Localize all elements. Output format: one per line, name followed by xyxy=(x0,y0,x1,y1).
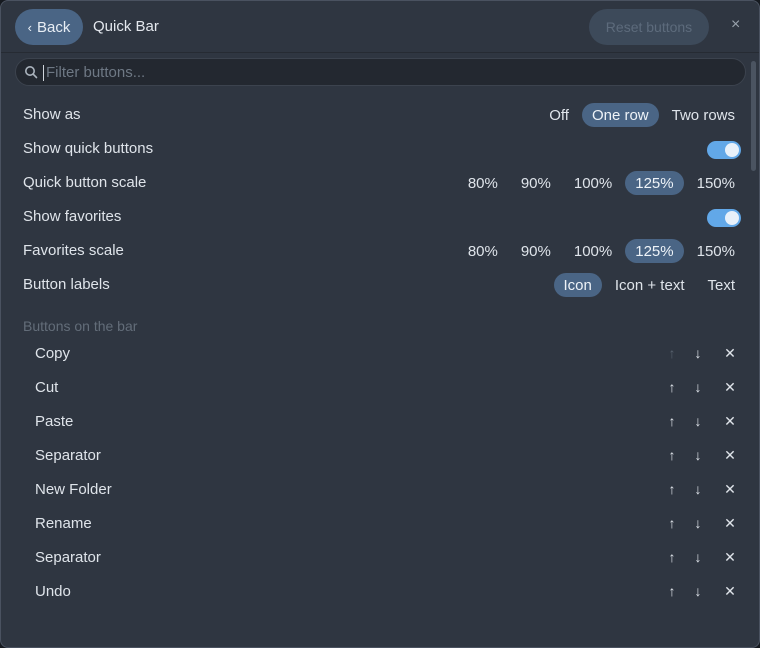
bar-button-row: New Folder ↑ ↓ ✕ xyxy=(1,473,749,507)
remove-icon[interactable]: ✕ xyxy=(723,379,737,396)
toggle-knob xyxy=(725,211,739,225)
bar-button-name: Separator xyxy=(35,549,101,566)
bar-button-row: Paste ↑ ↓ ✕ xyxy=(1,405,749,439)
setting-row-favorites-scale: Favorites scale 80% 90% 100% 125% 150% xyxy=(1,234,749,268)
setting-label: Show quick buttons xyxy=(23,140,154,157)
bar-button-name: Separator xyxy=(35,447,101,464)
bar-button-name: Copy xyxy=(35,345,71,362)
move-up-icon[interactable]: ↑ xyxy=(665,345,679,361)
option-100[interactable]: 100% xyxy=(564,239,622,263)
setting-row-show-favorites: Show favorites xyxy=(1,200,749,234)
toggle-knob xyxy=(725,143,739,157)
bar-button-row: Separator ↑ ↓ ✕ xyxy=(1,439,749,473)
move-down-icon[interactable]: ↓ xyxy=(691,413,705,429)
option-text[interactable]: Text xyxy=(697,273,745,297)
remove-icon[interactable]: ✕ xyxy=(723,549,737,566)
text-caret xyxy=(43,65,44,81)
move-up-icon[interactable]: ↑ xyxy=(665,583,679,599)
option-icon-text[interactable]: Icon + text xyxy=(605,273,695,297)
option-125[interactable]: 125% xyxy=(625,239,684,263)
bar-button-name: New Folder xyxy=(35,481,112,498)
move-down-icon[interactable]: ↓ xyxy=(691,379,705,395)
remove-icon[interactable]: ✕ xyxy=(723,447,737,464)
toggle-switch[interactable] xyxy=(707,141,741,159)
setting-label: Quick button scale xyxy=(23,174,147,191)
option-80[interactable]: 80% xyxy=(458,171,508,195)
move-down-icon[interactable]: ↓ xyxy=(691,481,705,497)
move-down-icon[interactable]: ↓ xyxy=(691,515,705,531)
move-up-icon[interactable]: ↑ xyxy=(665,515,679,531)
option-90[interactable]: 90% xyxy=(511,171,561,195)
bar-button-row: Undo ↑ ↓ ✕ xyxy=(1,575,749,609)
bar-button-name: Rename xyxy=(35,515,92,532)
header-bar: ‹ Back Quick Bar Reset buttons × xyxy=(1,1,759,53)
move-down-icon[interactable]: ↓ xyxy=(691,345,705,361)
quick-bar-settings-window: ‹ Back Quick Bar Reset buttons × Filter … xyxy=(0,0,760,648)
remove-icon[interactable]: ✕ xyxy=(723,583,737,600)
search-placeholder: Filter buttons... xyxy=(46,64,146,81)
back-button-label: Back xyxy=(36,18,71,36)
segmented-control: Off One row Two rows xyxy=(536,103,745,127)
move-up-icon[interactable]: ↑ xyxy=(665,481,679,497)
move-down-icon[interactable]: ↓ xyxy=(691,447,705,463)
segmented-control: 80% 90% 100% 125% 150% xyxy=(455,239,745,263)
toggle-switch[interactable] xyxy=(707,209,741,227)
bar-button-row: Rename ↑ ↓ ✕ xyxy=(1,507,749,541)
back-button[interactable]: ‹ Back xyxy=(15,9,83,45)
bar-button-row: Copy ↑ ↓ ✕ xyxy=(1,337,749,371)
segmented-control: 80% 90% 100% 125% 150% xyxy=(455,171,745,195)
move-down-icon[interactable]: ↓ xyxy=(691,583,705,599)
option-150[interactable]: 150% xyxy=(687,239,745,263)
setting-row-button-labels: Button labels Icon Icon + text Text xyxy=(1,268,749,302)
chevron-left-icon: ‹ xyxy=(27,19,32,35)
remove-icon[interactable]: ✕ xyxy=(723,345,737,362)
bar-button-name: Cut xyxy=(35,379,59,396)
move-down-icon[interactable]: ↓ xyxy=(691,549,705,565)
segmented-control: Icon Icon + text Text xyxy=(551,273,746,297)
option-90[interactable]: 90% xyxy=(511,239,561,263)
reset-buttons-button[interactable]: Reset buttons xyxy=(589,9,709,45)
setting-label: Show favorites xyxy=(23,208,122,225)
option-two-rows[interactable]: Two rows xyxy=(662,103,745,127)
setting-row-quick-button-scale: Quick button scale 80% 90% 100% 125% 150% xyxy=(1,166,749,200)
option-100[interactable]: 100% xyxy=(564,171,622,195)
scrollbar[interactable] xyxy=(751,61,756,171)
move-up-icon[interactable]: ↑ xyxy=(665,447,679,463)
close-icon[interactable]: × xyxy=(731,16,740,34)
option-one-row[interactable]: One row xyxy=(581,103,659,127)
setting-label: Button labels xyxy=(23,276,110,293)
option-125[interactable]: 125% xyxy=(625,171,684,195)
option-off[interactable]: Off xyxy=(539,103,579,127)
search-input[interactable]: Filter buttons... xyxy=(15,58,746,86)
move-up-icon[interactable]: ↑ xyxy=(665,413,679,429)
bar-button-name: Undo xyxy=(35,583,71,600)
bar-button-row: Cut ↑ ↓ ✕ xyxy=(1,371,749,405)
search-icon xyxy=(25,66,38,79)
setting-label: Favorites scale xyxy=(23,242,124,259)
section-title: Buttons on the bar xyxy=(23,318,138,334)
page-title: Quick Bar xyxy=(93,18,159,35)
remove-icon[interactable]: ✕ xyxy=(723,515,737,532)
option-150[interactable]: 150% xyxy=(687,171,745,195)
remove-icon[interactable]: ✕ xyxy=(723,413,737,430)
remove-icon[interactable]: ✕ xyxy=(723,481,737,498)
move-up-icon[interactable]: ↑ xyxy=(665,549,679,565)
bar-button-row: Separator ↑ ↓ ✕ xyxy=(1,541,749,575)
option-icon[interactable]: Icon xyxy=(553,273,602,297)
setting-label: Show as xyxy=(23,106,81,123)
option-80[interactable]: 80% xyxy=(458,239,508,263)
setting-row-show-as: Show as Off One row Two rows xyxy=(1,98,749,132)
bar-button-name: Paste xyxy=(35,413,74,430)
setting-row-show-quick-buttons: Show quick buttons xyxy=(1,132,749,166)
move-up-icon[interactable]: ↑ xyxy=(665,379,679,395)
